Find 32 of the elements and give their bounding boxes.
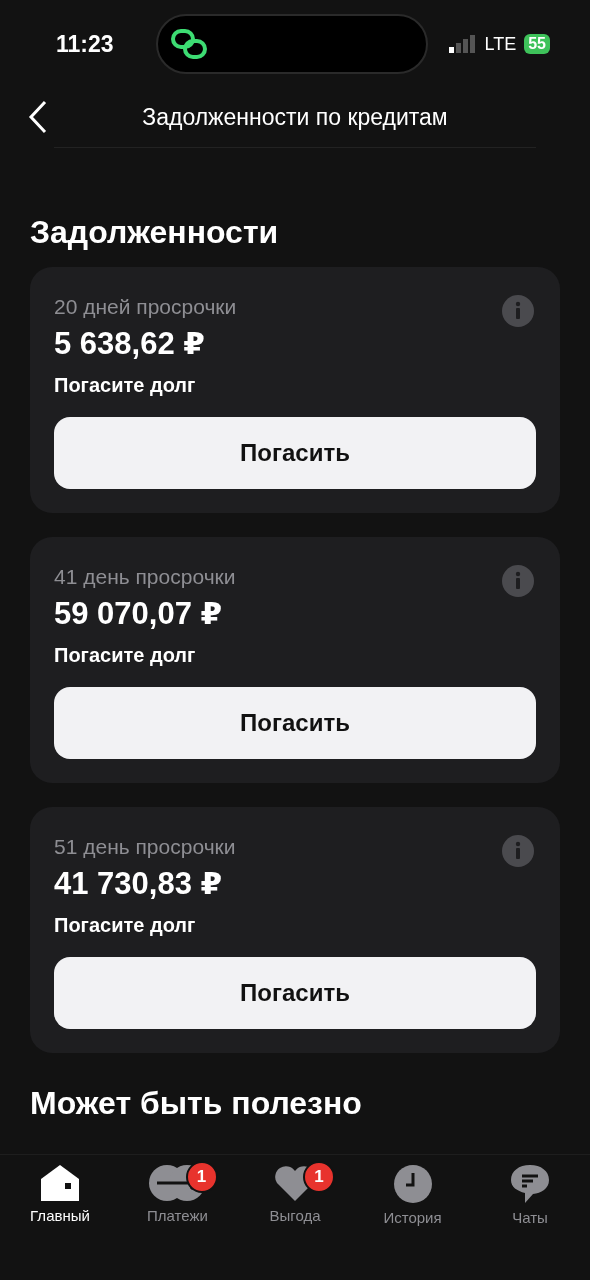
back-icon[interactable] [28,100,48,134]
debt-note: Погасите долг [54,914,197,937]
clock-icon [393,1165,432,1203]
pay-button[interactable]: Погасить [54,687,536,759]
home-icon [41,1165,79,1201]
page-title: Задолженности по кредитам [142,104,448,131]
notification-badge: 1 [303,1161,335,1193]
debt-note: Погасите долг [54,644,197,667]
signal-icon [448,35,477,53]
notification-badge: 1 [185,1161,218,1193]
network-label: LTE [484,33,517,55]
debt-amount: 59 070,07 ₽ [54,595,224,632]
debt-amount: 41 730,83 ₽ [54,865,224,902]
overdue-label: 41 день просрочки [54,565,236,589]
status-time: 11:23 [56,30,115,58]
section-title: Задолженности [30,214,280,251]
tab-bar-item[interactable]: История [362,1165,463,1241]
overdue-label: 20 дней просрочки [54,295,237,319]
chain-link-icon [170,28,208,60]
info-icon[interactable] [502,835,534,867]
pay-button[interactable]: Погасить [54,957,536,1029]
tab-bar-item[interactable]: Чаты [480,1165,580,1241]
info-icon[interactable] [502,565,534,597]
battery-indicator: 55 [524,34,550,54]
pay-button[interactable]: Погасить [54,417,536,489]
overdue-label: 51 день просрочки [54,835,236,859]
section-title: Может быть полезно [30,1085,363,1122]
info-icon[interactable] [502,295,534,327]
tab-bar-item[interactable]: Главный [10,1165,110,1241]
debt-amount: 5 638,62 ₽ [54,325,206,362]
debt-note: Погасите долг [54,374,197,397]
chat-icon [511,1165,549,1203]
